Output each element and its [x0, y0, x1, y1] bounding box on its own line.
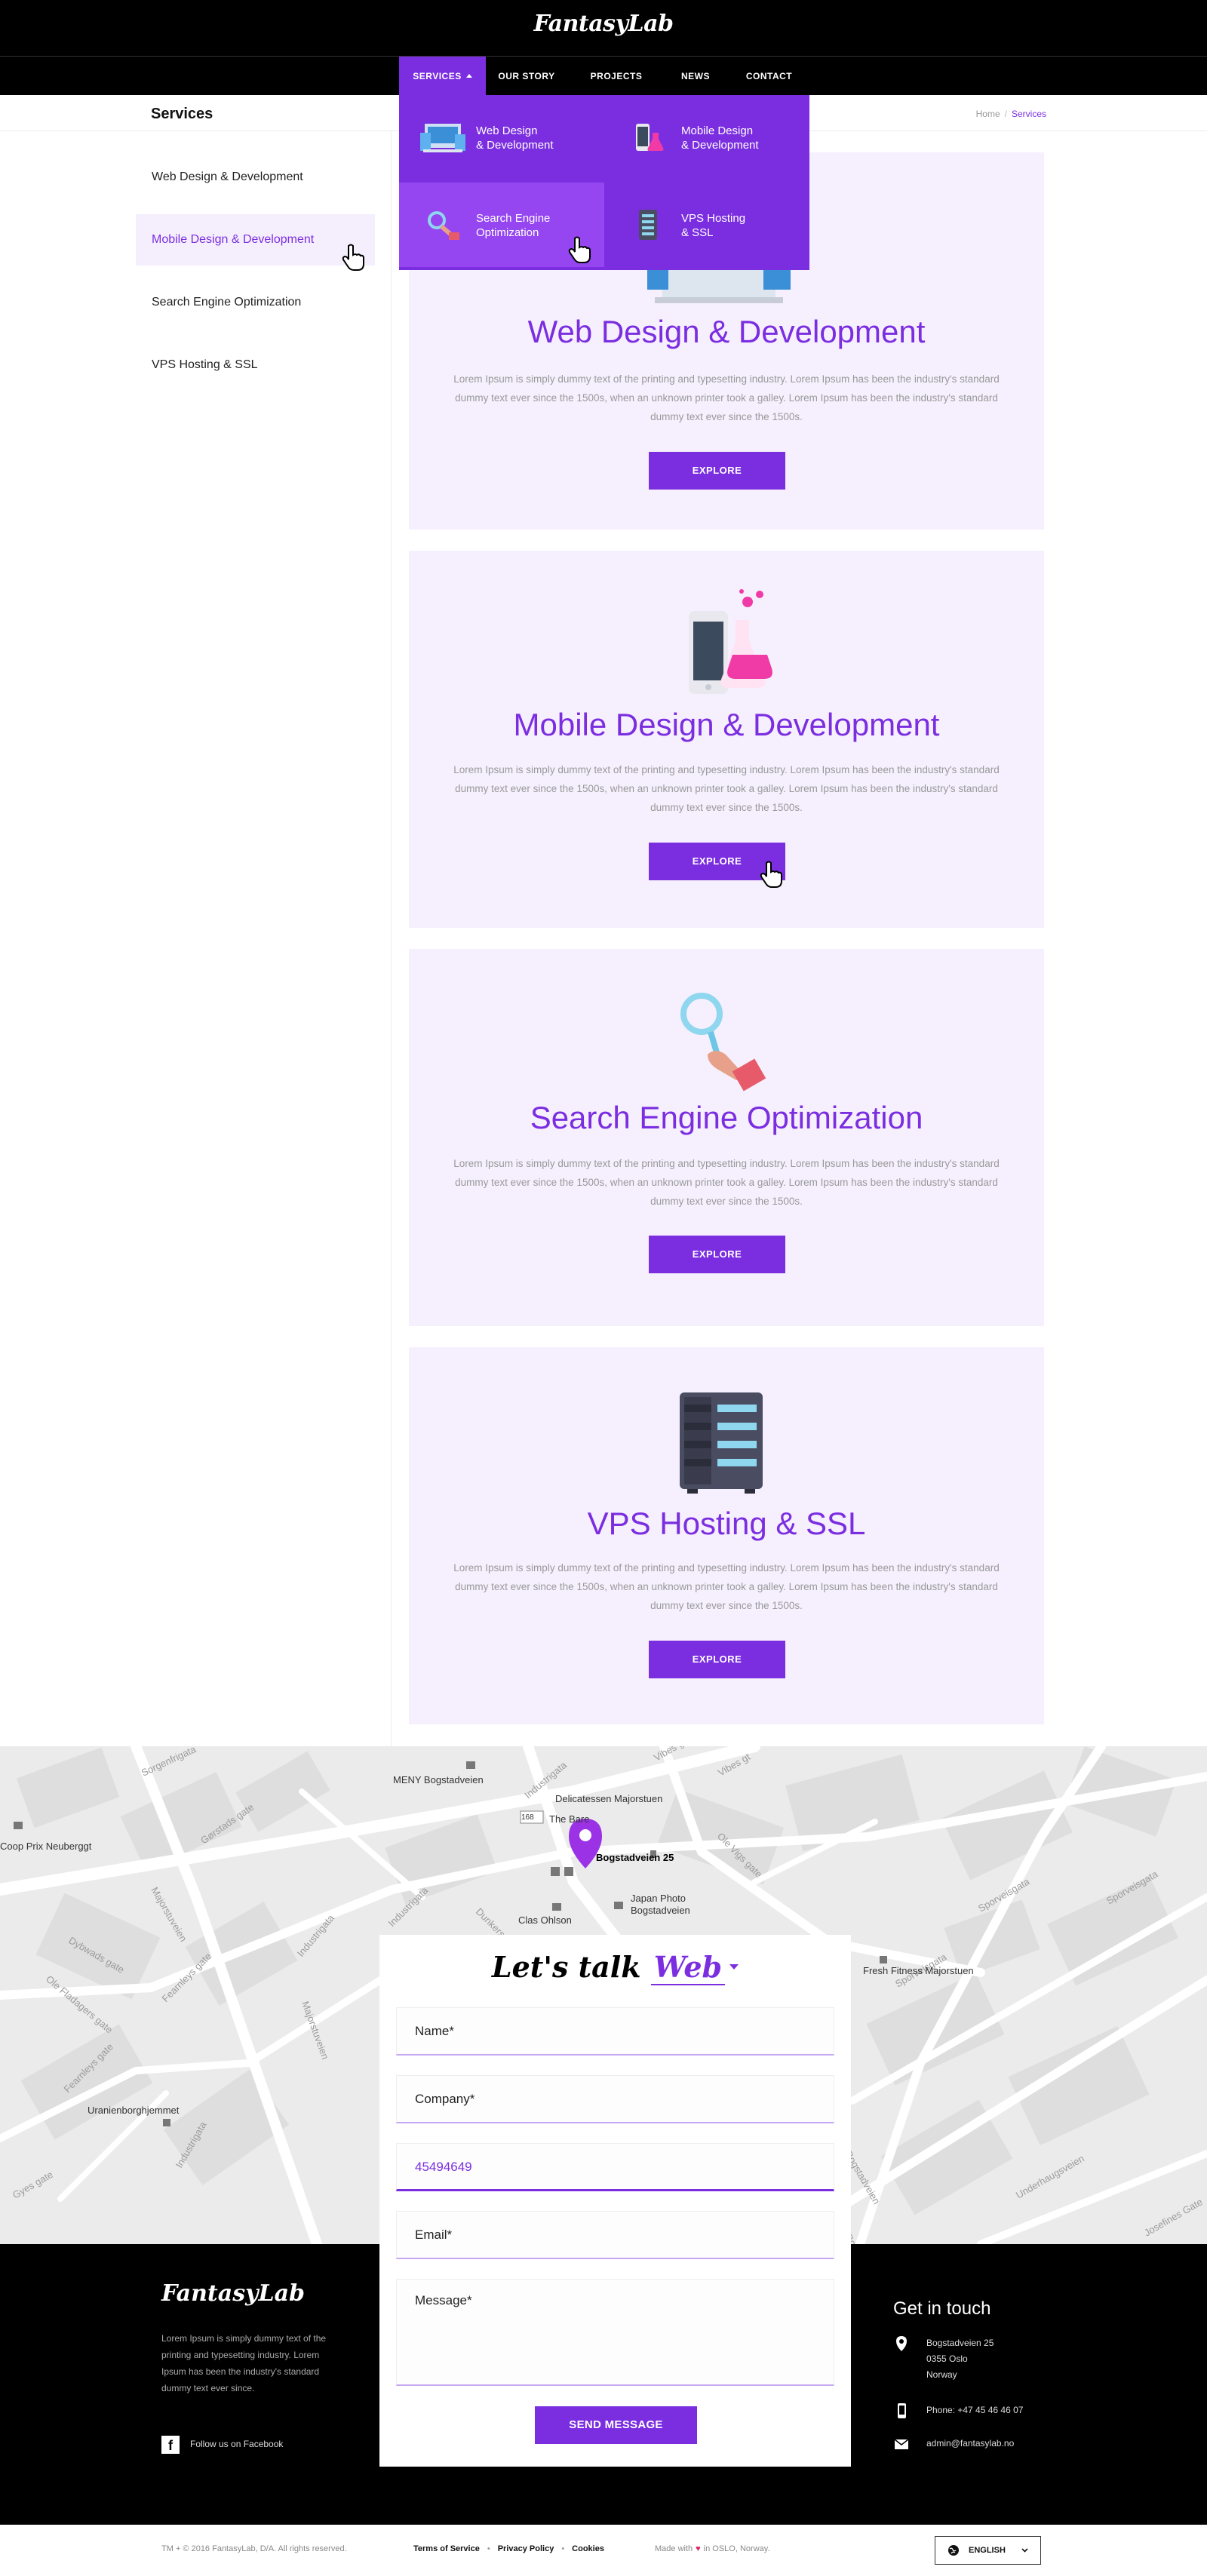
card-title: VPS Hosting & SSL: [587, 1506, 866, 1541]
get-in-touch-title: Get in touch: [893, 2298, 991, 2319]
card-title: Search Engine Optimization: [530, 1100, 923, 1135]
main-nav: SERVICES OUR STORY PROJECTS NEWS CONTACT: [0, 56, 1207, 96]
footer-about: Lorem Ipsum is simply dummy text of the …: [161, 2333, 327, 2393]
email-address: admin@fantasylab.no: [926, 2438, 1015, 2449]
service-card-vps: VPS Hosting & SSL Lorem Ipsum is simply …: [409, 1347, 1044, 1724]
sidebar-divider: [391, 131, 392, 1746]
caret-down-icon[interactable]: [729, 1964, 739, 1970]
explore-button[interactable]: EXPLORE: [649, 1641, 785, 1678]
bottom-bar: TM + © 2016 FantasyLab, D/A. All rights …: [0, 2525, 1207, 2576]
services-dropdown: Web Design & Development Mobile Design & D…: [399, 95, 809, 270]
nav-projects[interactable]: PROJECTS: [567, 57, 665, 96]
nav-our-story[interactable]: OUR STORY: [486, 57, 567, 96]
address-line-1: Bogstadveien 25: [926, 2338, 994, 2348]
caret-up-icon: [465, 74, 472, 78]
mobile-design-icon: [689, 589, 772, 694]
separator-dot: •: [487, 2544, 490, 2553]
sidebar-item-seo[interactable]: Search Engine Optimization: [136, 277, 375, 328]
top-header: FantasyLab: [0, 0, 1207, 56]
dropdown-label: VPS Hosting & SSL: [681, 212, 746, 239]
made-with: Made with ♥ in OSLO, Norway.: [655, 2544, 770, 2553]
heart-icon: ♥: [696, 2544, 701, 2553]
nav-services[interactable]: SERVICES: [399, 57, 486, 96]
map-road-number: 168: [521, 1813, 534, 1822]
sidebar-item-mobile-design[interactable]: Mobile Design & Development: [136, 214, 375, 266]
address-line-3: Norway: [926, 2369, 957, 2380]
email-field[interactable]: Email*: [396, 2211, 834, 2259]
server-icon: [680, 1392, 763, 1494]
hand-cursor-icon: [342, 244, 364, 271]
sidebar-item-web-design[interactable]: Web Design & Development: [136, 152, 375, 203]
map-label: Delicatessen Majorstuen: [555, 1793, 663, 1804]
company-field[interactable]: Company*: [396, 2075, 834, 2123]
breadcrumb: Home / Services: [976, 109, 1046, 119]
service-card-seo: Search Engine Optimization Lorem Ipsum i…: [409, 949, 1044, 1326]
dropdown-label: Web Design & Development: [476, 124, 554, 152]
card-title: Web Design & Development: [527, 314, 926, 349]
service-card-mobile: Mobile Design & Development Lorem Ipsum …: [409, 551, 1044, 928]
brand-logo[interactable]: FantasyLab: [0, 11, 1207, 37]
mail-icon: [894, 2439, 909, 2449]
dropdown-item-mobile-design[interactable]: Mobile Design & Development: [604, 95, 809, 180]
terms-link[interactable]: Terms of Service: [413, 2544, 480, 2553]
facebook-icon: f: [161, 2435, 180, 2454]
cookies-link[interactable]: Cookies: [572, 2544, 604, 2553]
dropdown-label: Mobile Design & Development: [681, 124, 759, 152]
name-field[interactable]: Name*: [396, 2007, 834, 2056]
facebook-link[interactable]: f Follow us on Facebook: [161, 2435, 284, 2454]
breadcrumb-separator: /: [1004, 109, 1007, 119]
footer-logo[interactable]: FantasyLab: [161, 2280, 305, 2307]
dropdown-item-web-design[interactable]: Web Design & Development: [399, 95, 604, 180]
magnifier-icon: [428, 211, 459, 240]
language-selector[interactable]: ENGLISH: [935, 2536, 1041, 2565]
location-pin-icon: [896, 2336, 907, 2351]
map-pin-label: Bogstadveien 25: [596, 1852, 674, 1863]
map-label: The Bare: [549, 1813, 590, 1825]
nav-news[interactable]: NEWS: [665, 57, 726, 96]
map-label: Uranienborghjemmet: [88, 2105, 180, 2116]
legal-links: Terms of Service • Privacy Policy • Cookies: [413, 2544, 604, 2553]
nav-contact[interactable]: CONTACT: [726, 57, 812, 96]
card-description: Lorem Ipsum is simply dummy text of the …: [453, 1562, 1000, 1611]
separator-dot: •: [561, 2544, 565, 2553]
contact-form: Let's talk Web Name* Company* 45494649 E…: [379, 1935, 851, 2467]
privacy-link[interactable]: Privacy Policy: [498, 2544, 554, 2553]
page-title: Services: [151, 106, 213, 122]
dropdown-item-vps-hosting[interactable]: VPS Hosting & SSL: [604, 183, 809, 267]
hand-cursor-icon: [568, 236, 591, 263]
language-label: ENGLISH: [969, 2546, 1006, 2555]
mobile-design-icon: [636, 124, 664, 151]
map-label: Coop Prix Neuberggt: [0, 1841, 92, 1852]
card-description: Lorem Ipsum is simply dummy text of the …: [453, 1158, 1000, 1207]
chevron-down-icon: [1021, 2548, 1028, 2553]
map-label: Clas Ohlson: [518, 1914, 572, 1926]
dropdown-label: Search Engine Optimization: [476, 212, 551, 239]
message-field[interactable]: Message*: [396, 2279, 834, 2386]
server-icon: [639, 210, 657, 240]
sidebar-item-vps-hosting[interactable]: VPS Hosting & SSL: [136, 339, 375, 391]
card-description: Lorem Ipsum is simply dummy text of the …: [453, 373, 1000, 422]
map-label: Japan Photo Bogstadveien: [631, 1893, 690, 1916]
phone-icon: [898, 2403, 906, 2418]
explore-button[interactable]: EXPLORE: [649, 452, 785, 490]
breadcrumb-home[interactable]: Home: [976, 109, 1000, 119]
form-title: Let's talk Web: [379, 1950, 851, 1985]
map-label: MENY Bogstadveien: [393, 1774, 484, 1785]
map-label: Fresh Fitness Majorstuen: [863, 1965, 974, 1976]
address-line-2: 0355 Oslo: [926, 2353, 968, 2364]
explore-button[interactable]: EXPLORE: [649, 1236, 785, 1273]
breadcrumb-current: Services: [1011, 109, 1046, 119]
phone-number: Phone: +47 45 46 46 07: [926, 2405, 1024, 2415]
magnifier-icon: [680, 993, 766, 1091]
web-design-icon: [420, 124, 465, 152]
card-title: Mobile Design & Development: [513, 707, 940, 742]
facebook-label: Follow us on Facebook: [190, 2439, 284, 2449]
topic-selector[interactable]: Web: [650, 1950, 726, 1985]
card-description: Lorem Ipsum is simply dummy text of the …: [453, 764, 1000, 813]
hand-cursor-icon: [760, 861, 782, 888]
copyright: TM + © 2016 FantasyLab, D/A. All rights …: [161, 2544, 347, 2553]
phone-field[interactable]: 45494649: [396, 2143, 834, 2191]
globe-icon: [948, 2545, 959, 2556]
send-message-button[interactable]: SEND MESSAGE: [535, 2406, 697, 2444]
